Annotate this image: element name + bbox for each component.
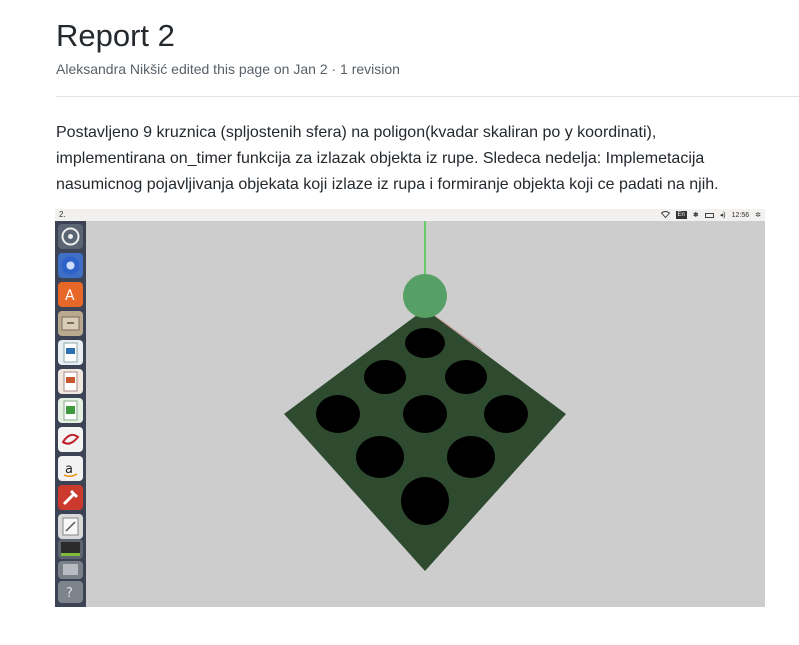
hole [316, 395, 360, 433]
hole [364, 360, 406, 394]
ubuntu-dash-icon[interactable] [58, 224, 83, 249]
settings-gear-icon: ✲ [755, 212, 761, 219]
help-icon[interactable]: ? [58, 581, 83, 603]
embedded-screenshot[interactable]: 2. En ✱ ◂) 12:56 ✲ A a ? [55, 209, 765, 607]
window-title: 2. [59, 210, 66, 219]
clock: 12:56 [731, 211, 750, 219]
svg-text:a: a [65, 462, 73, 477]
hole [356, 436, 404, 478]
chromium-icon[interactable] [58, 253, 83, 278]
divider [56, 96, 799, 97]
libreoffice-icon[interactable] [58, 427, 83, 452]
app-icon[interactable] [58, 561, 83, 579]
hole [445, 360, 487, 394]
hole [484, 395, 528, 433]
system-tray: En ✱ ◂) 12:56 ✲ [660, 209, 761, 221]
opengl-scene[interactable] [86, 221, 765, 607]
svg-text:?: ? [66, 586, 73, 601]
terminal-icon[interactable] [58, 539, 83, 559]
svg-text:A: A [65, 288, 75, 304]
hole [405, 328, 445, 358]
system-settings-icon[interactable] [58, 485, 83, 510]
files-icon[interactable] [58, 311, 83, 336]
amazon-icon[interactable]: a [58, 456, 83, 481]
wifi-icon [660, 210, 670, 220]
impress-icon[interactable] [58, 369, 83, 394]
page-description: Postavljeno 9 kruznica (spljostenih sfer… [56, 124, 719, 193]
hole [403, 395, 447, 433]
bluetooth-icon: ✱ [692, 212, 699, 219]
battery-icon [704, 212, 714, 218]
unity-launcher: A a ? [55, 221, 86, 607]
hole [401, 477, 449, 525]
writer-icon[interactable] [58, 340, 83, 365]
software-center-icon[interactable]: A [58, 282, 83, 307]
text-editor-icon[interactable] [58, 514, 83, 539]
volume-icon: ◂) [719, 212, 726, 219]
hole [447, 436, 495, 478]
calc-icon[interactable] [58, 398, 83, 423]
green-ball [403, 274, 447, 318]
page-meta: Aleksandra Nikšić edited this page on Ja… [56, 61, 400, 77]
keyboard-layout-icon: En [675, 211, 687, 219]
page-title: Report 2 [56, 18, 175, 53]
